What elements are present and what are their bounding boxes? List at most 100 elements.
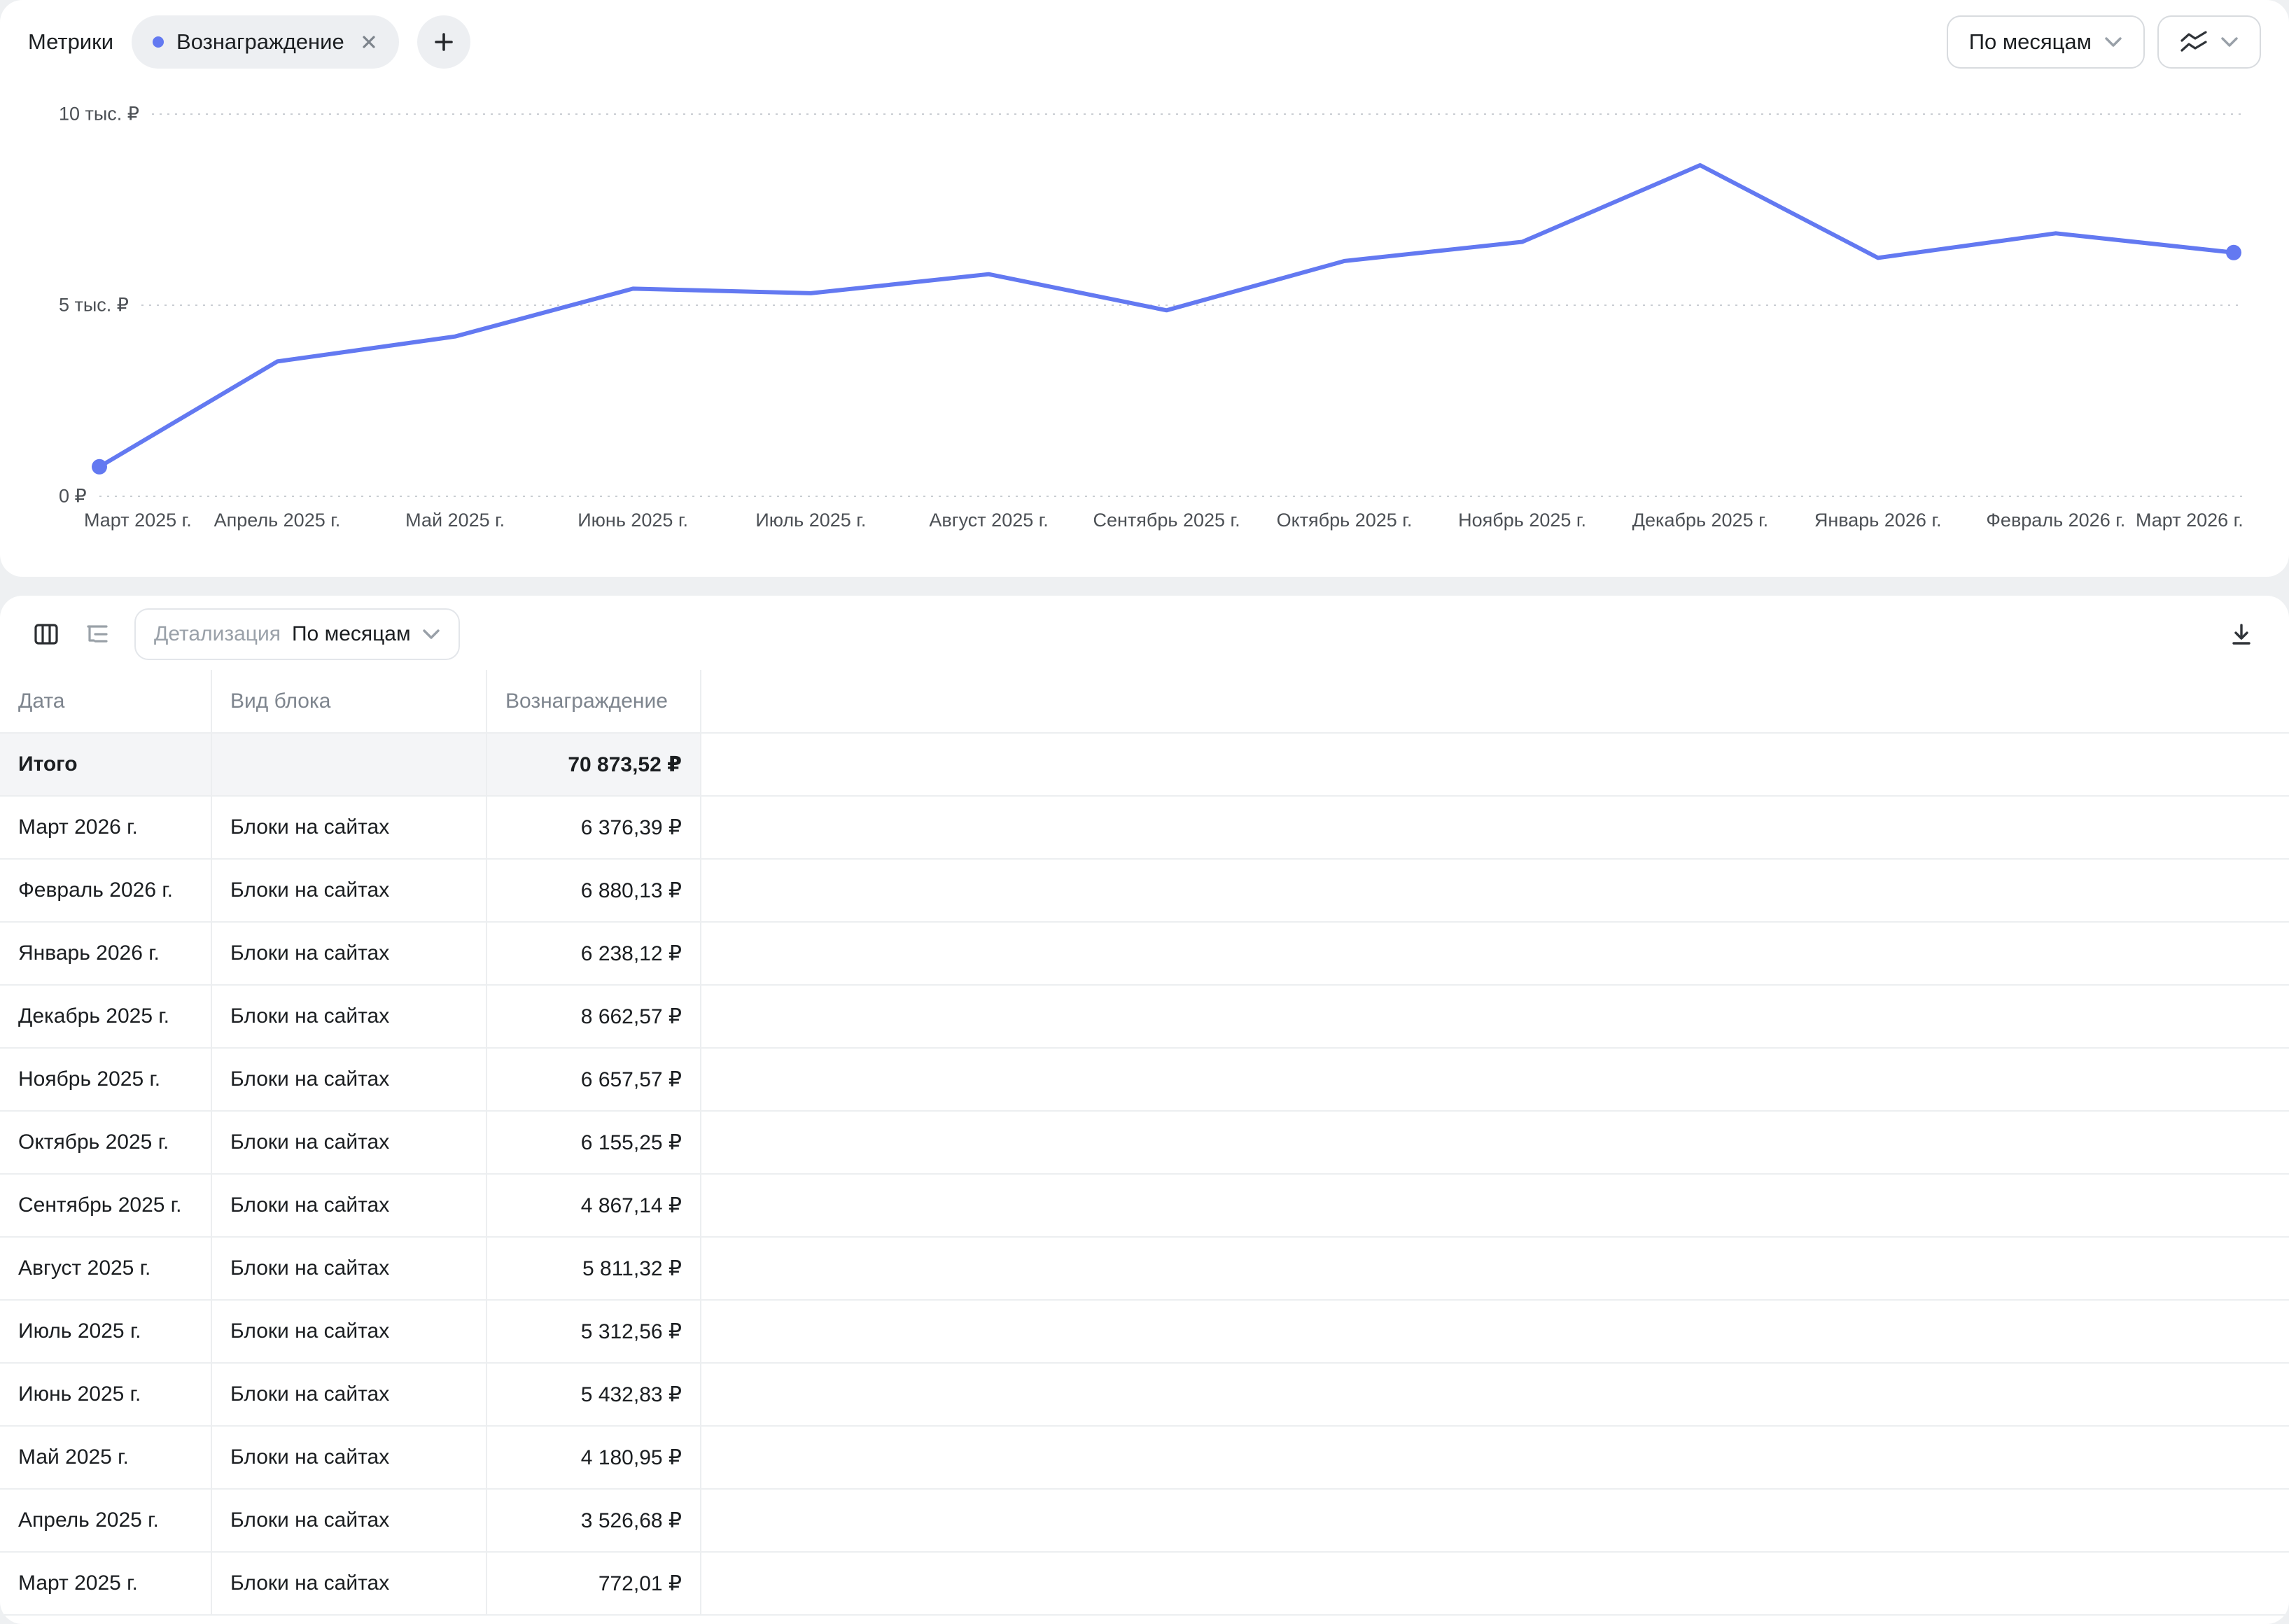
plus-icon — [433, 31, 455, 53]
column-header-filler — [701, 670, 2289, 733]
column-header-block-type: Вид блока — [211, 670, 486, 733]
table-view-button[interactable] — [24, 612, 69, 657]
rewards-table: Дата Вид блока Вознаграждение Итого 70 8… — [0, 670, 2289, 1616]
chart-period-select[interactable]: По месяцам — [1947, 15, 2145, 69]
cell-filler — [701, 1111, 2289, 1174]
cell-block-type: Блоки на сайтах — [211, 922, 486, 985]
total-block-type — [211, 733, 486, 796]
data-point-marker — [92, 459, 107, 475]
line-chart-canvas — [0, 70, 2289, 577]
table-header-row: Дата Вид блока Вознаграждение — [0, 670, 2289, 733]
cell-filler — [701, 1426, 2289, 1489]
cell-block-type: Блоки на сайтах — [211, 859, 486, 922]
table-row: Март 2025 г. Блоки на сайтах 772,01 ₽ — [0, 1552, 2289, 1615]
table-toolbar: Детализация По месяцам — [0, 596, 2289, 670]
metric-chip[interactable]: Вознаграждение — [132, 15, 399, 69]
table-toolbar-left: Детализация По месяцам — [24, 608, 460, 660]
chevron-down-icon — [422, 628, 440, 640]
add-metric-button[interactable] — [417, 15, 470, 69]
cell-reward: 8 662,57 ₽ — [486, 985, 701, 1048]
cell-block-type: Блоки на сайтах — [211, 1489, 486, 1552]
cell-reward: 4 180,95 ₽ — [486, 1426, 701, 1489]
y-axis-label: 0 ₽ — [59, 486, 87, 507]
x-axis-label: Июль 2025 г. — [755, 510, 866, 531]
cell-filler — [701, 922, 2289, 985]
cell-date: Март 2025 г. — [0, 1552, 211, 1615]
total-reward: 70 873,52 ₽ — [486, 733, 701, 796]
cell-filler — [701, 1363, 2289, 1426]
cell-date: Ноябрь 2025 г. — [0, 1048, 211, 1111]
table-row: Август 2025 г. Блоки на сайтах 5 811,32 … — [0, 1237, 2289, 1300]
line-chart[interactable]: 0 ₽5 тыс. ₽10 тыс. ₽Март 2025 г.Апрель 2… — [0, 70, 2289, 577]
metric-color-dot-icon — [153, 36, 164, 48]
cell-date: Декабрь 2025 г. — [0, 985, 211, 1048]
cell-date: Август 2025 г. — [0, 1237, 211, 1300]
cell-reward: 5 811,32 ₽ — [486, 1237, 701, 1300]
cell-date: Сентябрь 2025 г. — [0, 1174, 211, 1237]
close-icon — [360, 33, 378, 51]
cell-filler — [701, 859, 2289, 922]
chart-period-value: По месяцам — [1969, 29, 2092, 55]
detail-select[interactable]: Детализация По месяцам — [134, 608, 460, 660]
detail-value: По месяцам — [292, 622, 411, 646]
download-icon — [2227, 620, 2255, 648]
table-total-row: Итого 70 873,52 ₽ — [0, 733, 2289, 796]
download-button[interactable] — [2219, 612, 2264, 657]
chevron-down-icon — [2220, 36, 2239, 48]
table-row: Декабрь 2025 г. Блоки на сайтах 8 662,57… — [0, 985, 2289, 1048]
list-tree-icon — [83, 620, 111, 648]
cell-reward: 6 376,39 ₽ — [486, 796, 701, 859]
tree-view-button[interactable] — [74, 612, 119, 657]
cell-block-type: Блоки на сайтах — [211, 1363, 486, 1426]
cell-reward: 4 867,14 ₽ — [486, 1174, 701, 1237]
zigzag-line-icon — [2180, 31, 2208, 53]
cell-reward: 5 432,83 ₽ — [486, 1363, 701, 1426]
cell-filler — [701, 1174, 2289, 1237]
cell-filler — [701, 1237, 2289, 1300]
cell-reward: 6 155,25 ₽ — [486, 1111, 701, 1174]
cell-reward: 6 880,13 ₽ — [486, 859, 701, 922]
table-card: Детализация По месяцам Дата Вид блока Во… — [0, 596, 2289, 1624]
cell-filler — [701, 1048, 2289, 1111]
cell-block-type: Блоки на сайтах — [211, 1552, 486, 1615]
y-axis-label: 5 тыс. ₽ — [59, 295, 129, 316]
cell-reward: 6 238,12 ₽ — [486, 922, 701, 985]
metric-chip-label: Вознаграждение — [176, 29, 344, 55]
x-axis-label: Май 2025 г. — [405, 510, 505, 531]
metrics-label: Метрики — [28, 29, 113, 55]
x-axis-label: Январь 2026 г. — [1814, 510, 1942, 531]
x-axis-label: Август 2025 г. — [929, 510, 1048, 531]
x-axis-label: Декабрь 2025 г. — [1632, 510, 1768, 531]
table-row: Апрель 2025 г. Блоки на сайтах 3 526,68 … — [0, 1489, 2289, 1552]
chart-header: Метрики Вознаграждение По месяцам — [0, 0, 2289, 69]
cell-date: Январь 2026 г. — [0, 922, 211, 985]
cell-reward: 772,01 ₽ — [486, 1552, 701, 1615]
cell-block-type: Блоки на сайтах — [211, 796, 486, 859]
remove-metric-button[interactable] — [357, 30, 381, 54]
cell-filler — [701, 1552, 2289, 1615]
chevron-down-icon — [2104, 36, 2122, 48]
page: Метрики Вознаграждение По месяцам — [0, 0, 2289, 1624]
cell-block-type: Блоки на сайтах — [211, 1048, 486, 1111]
table-row: Март 2026 г. Блоки на сайтах 6 376,39 ₽ — [0, 796, 2289, 859]
x-axis-label: Март 2025 г. — [84, 510, 192, 531]
chart-type-select[interactable] — [2157, 15, 2261, 69]
x-axis-label: Февраль 2026 г. — [1986, 510, 2125, 531]
y-axis-label: 10 тыс. ₽ — [59, 104, 139, 125]
table-columns-icon — [32, 620, 60, 648]
table-row: Январь 2026 г. Блоки на сайтах 6 238,12 … — [0, 922, 2289, 985]
cell-reward: 3 526,68 ₽ — [486, 1489, 701, 1552]
cell-date: Июль 2025 г. — [0, 1300, 211, 1363]
x-axis-label: Март 2026 г. — [2136, 510, 2244, 531]
total-label: Итого — [0, 733, 211, 796]
table-row: Сентябрь 2025 г. Блоки на сайтах 4 867,1… — [0, 1174, 2289, 1237]
chart-options: По месяцам — [1947, 15, 2261, 69]
cell-block-type: Блоки на сайтах — [211, 1111, 486, 1174]
total-filler — [701, 733, 2289, 796]
table-row: Май 2025 г. Блоки на сайтах 4 180,95 ₽ — [0, 1426, 2289, 1489]
cell-block-type: Блоки на сайтах — [211, 1237, 486, 1300]
x-axis-label: Ноябрь 2025 г. — [1458, 510, 1586, 531]
column-header-reward: Вознаграждение — [486, 670, 701, 733]
cell-date: Февраль 2026 г. — [0, 859, 211, 922]
cell-reward: 5 312,56 ₽ — [486, 1300, 701, 1363]
